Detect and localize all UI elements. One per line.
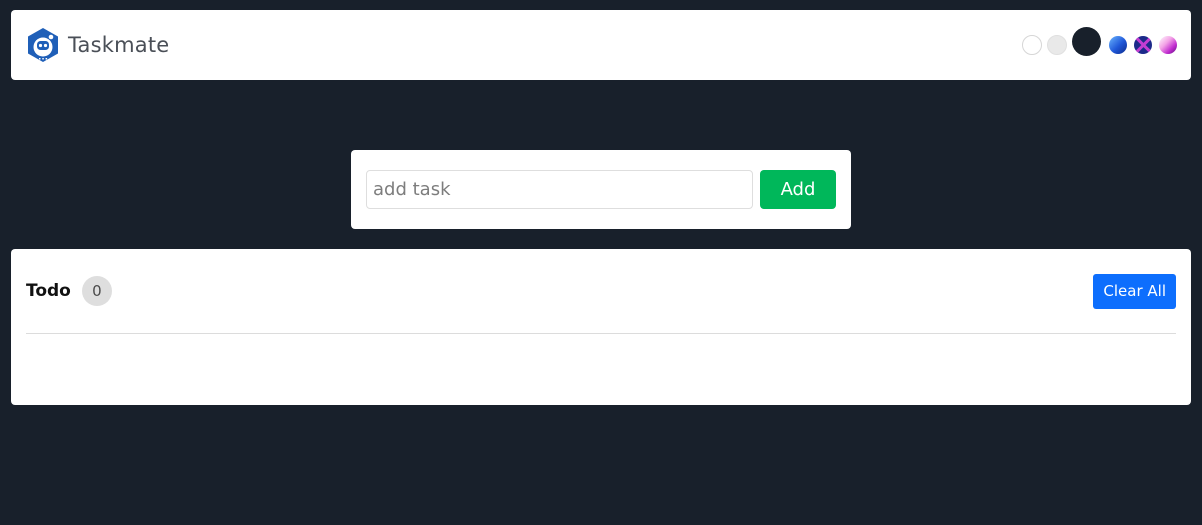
todo-title: Todo	[26, 281, 71, 301]
task-input[interactable]	[366, 170, 753, 209]
theme-pink-swatch[interactable]	[1159, 36, 1177, 54]
theme-switcher	[1022, 26, 1177, 56]
theme-night-swatch[interactable]	[1134, 36, 1152, 54]
add-task-card: Add	[351, 150, 851, 229]
todo-count-badge: 0	[81, 276, 112, 306]
todo-header: Todo 0 Clear All	[26, 249, 1176, 334]
theme-light-swatch[interactable]	[1022, 35, 1042, 55]
robot-logo-icon	[25, 27, 61, 63]
app-header: Taskmate	[11, 10, 1191, 80]
theme-dark-swatch[interactable]	[1072, 26, 1101, 56]
theme-blue-swatch[interactable]	[1109, 36, 1127, 54]
clear-all-button[interactable]: Clear All	[1093, 273, 1176, 309]
todo-list-card: Todo 0 Clear All	[11, 249, 1191, 405]
add-button[interactable]: Add	[760, 170, 836, 209]
app-brand-title: Taskmate	[68, 33, 170, 57]
theme-grey-swatch[interactable]	[1047, 35, 1067, 55]
